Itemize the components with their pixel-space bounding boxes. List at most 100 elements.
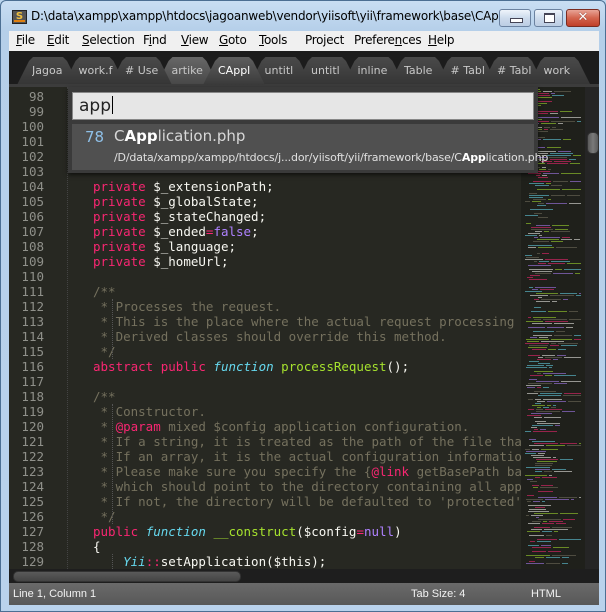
minimap-line [567,263,581,264]
menu-edit[interactable]: Edit [47,33,69,47]
minimap-line [544,417,561,418]
minimap-line [535,421,546,422]
code-line: * Derived classes should override this m… [93,329,447,344]
minimap-line [552,527,572,528]
minimap-line [562,237,570,238]
tab-label: CAppl [218,64,251,77]
goto-anything-panel: app 78 CApplication.php /D/data/xampp/xa… [68,87,548,173]
minimap-line [545,357,562,358]
menu-goto[interactable]: Goto [219,33,247,47]
minimap-line [528,173,541,174]
line-number: 119 [21,404,44,419]
tab-size-selector[interactable]: Tab Size: 4 [411,588,465,600]
minimap-line [573,155,581,156]
minimap-line [548,199,551,200]
line-number: 104 [21,179,44,194]
minimap-line [567,445,581,446]
minimap-line [538,297,542,298]
minimap-line [536,459,558,460]
minimap-line [569,311,578,312]
minimap-line [536,381,559,382]
minimap-line [551,231,570,232]
line-number: 113 [21,314,44,329]
minimize-icon [500,10,530,26]
minimap-line [547,327,564,328]
line-number: 121 [21,434,44,449]
menu-tools[interactable]: Tools [259,33,287,47]
tab-0[interactable]: Jagoa [17,57,79,85]
goto-anything-input[interactable]: app [72,92,534,120]
minimap-line [529,361,539,362]
minimap-line [546,203,567,204]
minimap-line [528,355,540,356]
tab-label: work [543,64,571,77]
maximize-button[interactable] [534,9,563,27]
minimap-line [553,405,556,406]
minimap-line [534,527,550,528]
minimize-button[interactable] [499,9,531,27]
minimap-line [526,499,543,500]
goto-result-item[interactable]: 78 CApplication.php /D/data/xampp/xampp/… [72,124,548,170]
close-button[interactable]: ✕ [566,9,600,27]
minimap-line [538,497,557,498]
line-number: 117 [21,374,44,389]
line-number: 108 [21,239,44,254]
minimap-line [543,521,547,522]
minimap-line [551,185,562,186]
minimap-line [545,321,568,322]
minimap-line [525,201,530,202]
horizontal-scrollbar[interactable] [9,569,599,583]
minimap-line [536,171,550,172]
menu-project[interactable]: Project [305,33,344,47]
code-line: * which should point to the directory co… [93,479,553,494]
code-line: * Please make sure you specify the {@lin… [93,464,553,479]
minimap-line [543,173,559,174]
minimap-line [560,443,577,444]
minimap-line [530,275,540,276]
minimap-line [536,225,550,226]
line-number: 128 [21,539,44,554]
horizontal-scroll-thumb[interactable] [13,571,241,582]
menu-preferences[interactable]: Preferences [354,33,422,47]
menu-find[interactable]: Find [143,33,167,47]
menu-file[interactable]: File [16,33,35,47]
minimap-line [528,265,551,266]
menu-help[interactable]: Help [428,33,454,47]
syntax-selector[interactable]: HTML [531,588,561,600]
line-number: 107 [21,224,44,239]
minimap-line [542,253,549,254]
minimap-line [532,289,538,290]
minimap-line [535,117,559,118]
minimap-line [528,245,552,246]
tab-4[interactable]: CAppl [203,57,265,85]
minimap-line [535,469,550,470]
title-bar[interactable]: S D:\data\xampp\xampp\htdocs\jagoanweb\v… [1,1,605,31]
minimap-line [551,339,572,340]
minimap-line [535,477,540,478]
minimap-line [538,363,550,364]
minimap-line [536,411,560,412]
minimap-line [563,139,571,140]
minimap-line [531,413,552,414]
minimap-line [574,339,581,340]
query-text: app [79,96,111,116]
minimap-line [525,343,549,344]
line-number-gutter: 98 99 100 101 102 103 104 105 106 107 108 109 110 111… [9,87,67,569]
minimap-line [567,195,580,196]
minimap-line [554,161,571,162]
menu-selection[interactable]: Selection [82,33,135,47]
minimap-line [535,287,556,288]
minimap-line [530,209,553,210]
minimap-line [561,239,572,240]
vertical-scrollbar[interactable] [585,87,599,569]
minimap-line [556,331,565,332]
code-line: * @param mixed $config application confi… [93,419,470,434]
minimap-line [541,299,561,300]
vertical-scroll-thumb[interactable] [587,132,599,154]
menu-view[interactable]: View [181,33,209,47]
minimap-line [537,401,545,402]
minimap-line [525,449,530,450]
minimap-line [535,185,549,186]
line-number: 122 [21,449,44,464]
minimap-line [537,239,559,240]
